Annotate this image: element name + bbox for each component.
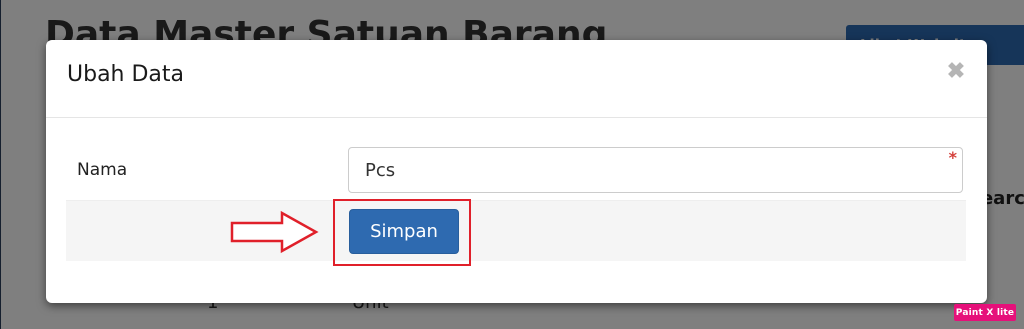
nama-input[interactable] <box>348 147 963 193</box>
required-asterisk: * <box>948 148 957 167</box>
highlight-annotation <box>333 199 471 266</box>
form-row-nama: Nama * <box>66 143 966 201</box>
field-label-nama: Nama <box>77 160 128 180</box>
right-arrow-icon <box>230 210 319 254</box>
modal-title: Ubah Data <box>67 62 185 87</box>
field-wrapper: * <box>348 147 963 193</box>
modal-header: Ubah Data ✖ <box>46 40 987 118</box>
edit-modal: Ubah Data ✖ Nama * Simpan <box>46 40 987 303</box>
form-footer: Simpan <box>66 200 966 261</box>
watermark-badge: Paint X lite <box>954 304 1016 321</box>
close-icon[interactable]: ✖ <box>944 58 968 84</box>
